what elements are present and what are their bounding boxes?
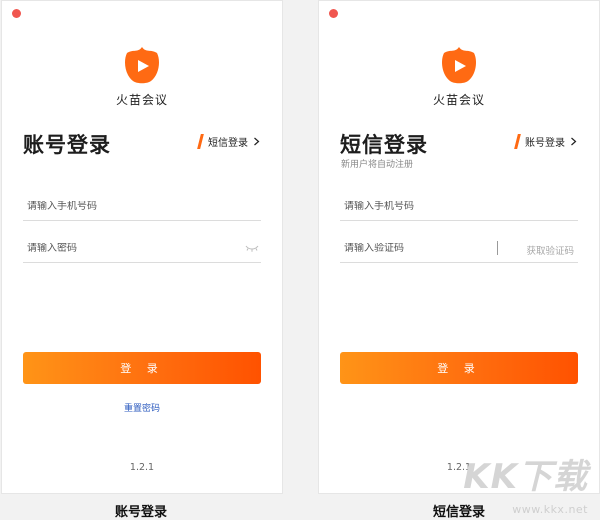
login-button[interactable]: 登 录 <box>23 352 261 384</box>
phone-input[interactable] <box>340 201 578 212</box>
watermark-url: www.kkx.net <box>512 503 588 516</box>
version-label: 1.2.1 <box>129 462 155 473</box>
reset-password-link[interactable]: 重置密码 <box>2 401 282 414</box>
login-button[interactable]: 登 录 <box>340 352 578 384</box>
phone-field <box>23 193 261 221</box>
flame-logo-icon <box>442 47 476 84</box>
phone-input[interactable] <box>23 201 261 212</box>
app-name: 火苗会议 <box>432 93 485 107</box>
account-login-window: 火苗会议 账号登录 短信登录 登 录 重置密码 1.2.1 <box>1 0 283 494</box>
switch-to-account-login-link[interactable]: 账号登录 <box>514 134 579 149</box>
chevron-right-icon <box>571 137 577 146</box>
close-dot-icon[interactable] <box>329 9 338 18</box>
flame-logo-icon <box>125 47 159 84</box>
field-divider <box>497 241 498 255</box>
eye-closed-icon[interactable] <box>245 243 259 253</box>
page-title: 短信登录 <box>340 133 428 157</box>
accent-slash-icon <box>197 134 204 149</box>
switch-label: 短信登录 <box>208 138 248 149</box>
switch-to-sms-login-link[interactable]: 短信登录 <box>197 134 262 149</box>
canvas: 火苗会议 账号登录 短信登录 登 录 重置密码 1.2.1 <box>0 0 600 520</box>
switch-label: 账号登录 <box>525 138 565 149</box>
caption-account-login: 账号登录 <box>114 505 167 520</box>
get-code-button[interactable]: 获取验证码 <box>526 243 574 257</box>
chevron-right-icon <box>254 137 260 146</box>
close-dot-icon[interactable] <box>12 9 21 18</box>
page-subtitle: 新用户将自动注册 <box>341 160 414 170</box>
sms-login-window: 火苗会议 短信登录 新用户将自动注册 账号登录 获取验证码 登 录 1.2.1 <box>318 0 600 494</box>
watermark-logo: KK下载 <box>463 457 588 497</box>
password-field <box>23 235 261 263</box>
page-title: 账号登录 <box>23 133 111 157</box>
verification-code-field: 获取验证码 <box>340 235 578 263</box>
phone-field <box>340 193 578 221</box>
accent-slash-icon <box>514 134 521 149</box>
password-input[interactable] <box>23 243 261 254</box>
app-name: 火苗会议 <box>115 93 168 107</box>
